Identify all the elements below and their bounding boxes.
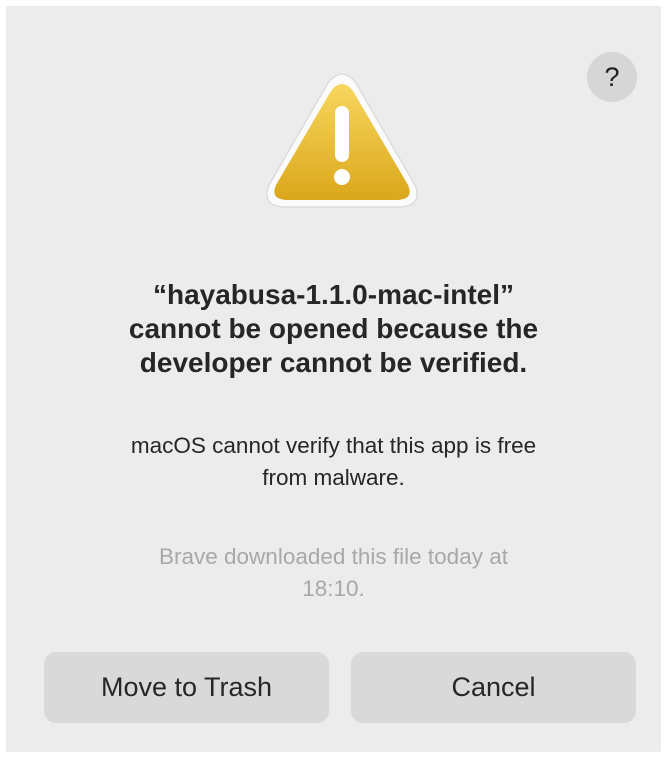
exclamation-bar [335,106,349,162]
download-source-note: Brave downloaded this file today at 18:1… [36,541,631,605]
help-button[interactable]: ? [587,52,637,102]
alert-title-line: cannot be opened because the [128,313,539,344]
cancel-label: Cancel [451,672,536,702]
exclamation-dot [334,169,350,185]
warning-triangle-icon [266,73,418,208]
alert-dialog: ? “hayabusa-1.1.0-mac-intel” cannot be o… [6,6,661,752]
question-mark-icon: ? [604,61,620,92]
move-to-trash-button[interactable]: Move to Trash [44,652,329,723]
alert-title-line: developer cannot be verified. [139,347,528,378]
download-source-line: Brave downloaded this file today at [159,544,508,569]
alert-message-line: macOS cannot verify that this app is fre… [130,433,537,458]
alert-message: macOS cannot verify that this app is fre… [36,430,631,494]
alert-title: “hayabusa-1.1.0-mac-intel” cannot be ope… [36,278,631,380]
cancel-button[interactable]: Cancel [351,652,636,723]
download-source-line: 18:10. [302,576,365,601]
move-to-trash-label: Move to Trash [100,672,273,702]
alert-message-line: from malware. [262,465,405,490]
alert-title-line: “hayabusa-1.1.0-mac-intel” [152,279,515,310]
